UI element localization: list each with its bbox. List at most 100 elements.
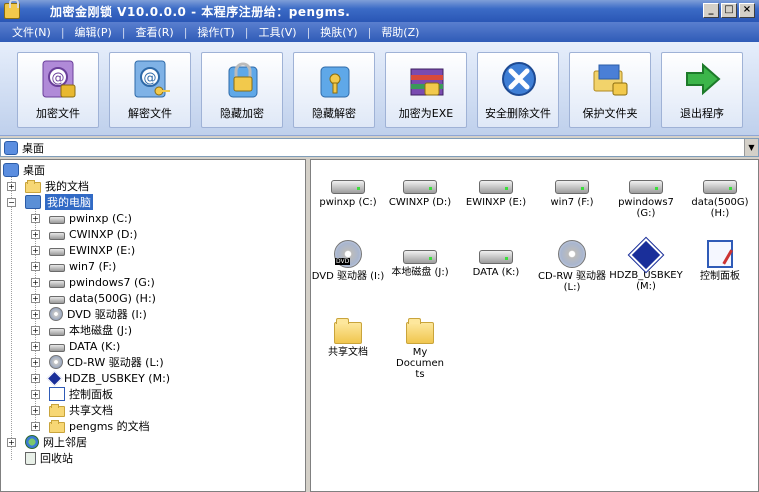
folder-tree[interactable]: 桌面 + 我的文档 − 我的电脑 + pwinxp (C:) + CWINXP … xyxy=(0,159,306,492)
hard-drive-icon xyxy=(703,180,737,194)
collapse-toggle[interactable]: − xyxy=(7,198,16,207)
menu-edit[interactable]: 编辑(P) xyxy=(71,24,116,40)
file-label: 共享文档 xyxy=(328,347,368,358)
tree-label: pwinxp (C:) xyxy=(69,211,132,225)
file-item-usb[interactable]: HDZB_USBKEY (M:) xyxy=(609,236,683,292)
tree-item-network[interactable]: 网上邻居 xyxy=(25,434,87,450)
hard-drive-icon xyxy=(49,327,65,336)
tree-item-drive[interactable]: pwindows7 (G:) xyxy=(49,274,155,290)
file-item-cd[interactable]: CD-RW 驱动器 (L:) xyxy=(535,240,609,293)
close-button[interactable]: × xyxy=(739,3,755,18)
chevron-down-icon[interactable]: ▼ xyxy=(744,139,758,156)
menu-file[interactable]: 文件(N) xyxy=(8,24,55,40)
tree-item-my-computer[interactable]: 我的电脑 xyxy=(25,194,93,210)
file-item-drive[interactable]: win7 (F:) xyxy=(535,170,609,208)
exit-label: 退出程序 xyxy=(680,107,724,120)
expand-toggle[interactable]: + xyxy=(31,246,40,255)
expand-toggle[interactable]: + xyxy=(31,326,40,335)
hide-encrypt-button[interactable]: 隐藏加密 xyxy=(201,52,283,128)
menu-view[interactable]: 查看(R) xyxy=(131,24,177,40)
hide-decrypt-button[interactable]: 隐藏解密 xyxy=(293,52,375,128)
encrypt-file-label: 加密文件 xyxy=(36,107,80,120)
tree-item-drive[interactable]: data(500G) (H:) xyxy=(49,290,156,306)
lock-app-icon xyxy=(4,0,20,19)
file-item-drive[interactable]: CWINXP (D:) xyxy=(383,170,457,208)
tree-item-recycle-bin[interactable]: 回收站 xyxy=(25,450,73,466)
exit-button[interactable]: 退出程序 xyxy=(661,52,743,128)
expand-toggle[interactable]: + xyxy=(31,422,40,431)
tree-label: 网上邻居 xyxy=(43,436,87,449)
tree-item-folder[interactable]: pengms 的文档 xyxy=(49,418,150,434)
secure-delete-button[interactable]: 安全删除文件 xyxy=(477,52,559,128)
tree-label: 控制面板 xyxy=(69,388,113,401)
menu-operate[interactable]: 操作(T) xyxy=(193,24,238,40)
tree-item-drive[interactable]: pwinxp (C:) xyxy=(49,210,132,226)
expand-toggle[interactable]: + xyxy=(7,438,16,447)
file-item-drive[interactable]: 本地磁盘 (J:) xyxy=(383,240,457,278)
protect-folder-button[interactable]: 保护文件夹 xyxy=(569,52,651,128)
tree-item-drive[interactable]: win7 (F:) xyxy=(49,258,116,274)
menu-separator: | xyxy=(60,25,65,39)
encrypt-file-button[interactable]: @ 加密文件 xyxy=(17,52,99,128)
encrypt-exe-button[interactable]: 加密为EXE xyxy=(385,52,467,128)
expand-toggle[interactable]: + xyxy=(7,182,16,191)
file-item-folder[interactable]: My Documents xyxy=(383,316,457,380)
menu-tools[interactable]: 工具(V) xyxy=(254,24,300,40)
tree-item-drive[interactable]: DVD 驱动器 (I:) xyxy=(49,306,147,322)
protect-folder-label: 保护文件夹 xyxy=(582,107,638,120)
file-label: pwinxp (C:) xyxy=(319,197,377,208)
expand-toggle[interactable]: + xyxy=(31,374,40,383)
address-bar[interactable]: 桌面 ▼ xyxy=(0,138,759,157)
menu-skin[interactable]: 换肤(Y) xyxy=(316,24,361,40)
tree-item-my-documents[interactable]: 我的文档 xyxy=(25,178,89,194)
expand-toggle[interactable]: + xyxy=(31,342,40,351)
menu-separator: | xyxy=(306,25,311,39)
file-item-drive[interactable]: EWINXP (E:) xyxy=(459,170,533,208)
expand-toggle[interactable]: + xyxy=(31,406,40,415)
expand-toggle[interactable]: + xyxy=(31,294,40,303)
tree-item-desktop[interactable]: 桌面 xyxy=(3,162,45,178)
hard-drive-icon xyxy=(49,343,65,352)
title-bar[interactable]: 加密金刚锁 V10.0.0.0 - 本程序注册给：pengms. _ □ × xyxy=(0,0,759,22)
expand-toggle[interactable]: + xyxy=(31,390,40,399)
hide-encrypt-icon xyxy=(228,62,258,98)
tree-item-drive[interactable]: 本地磁盘 (J:) xyxy=(49,322,132,338)
expand-toggle[interactable]: + xyxy=(31,310,40,319)
tree-label: 桌面 xyxy=(23,164,45,177)
file-label: CWINXP (D:) xyxy=(388,197,452,208)
file-item-dvd[interactable]: DVD DVD 驱动器 (I:) xyxy=(311,240,385,282)
protect-folder-icon xyxy=(593,64,628,96)
minimize-button[interactable]: _ xyxy=(703,3,719,18)
tree-item-drive[interactable]: CD-RW 驱动器 (L:) xyxy=(49,354,164,370)
expand-toggle[interactable]: + xyxy=(31,358,40,367)
tree-item-drive[interactable]: CWINXP (D:) xyxy=(49,226,137,242)
file-label: pwindows7 (G:) xyxy=(618,197,674,219)
dvd-drive-icon: DVD xyxy=(334,240,362,268)
expand-toggle[interactable]: + xyxy=(31,214,40,223)
window-controls: _ □ × xyxy=(703,3,755,18)
file-item-drive[interactable]: pwindows7 (G:) xyxy=(609,170,683,219)
file-item-control-panel[interactable]: 控制面板 xyxy=(683,240,757,282)
file-item-drive[interactable]: pwinxp (C:) xyxy=(311,170,385,208)
expand-toggle[interactable]: + xyxy=(31,262,40,271)
expand-toggle[interactable]: + xyxy=(31,278,40,287)
usb-key-icon xyxy=(627,236,665,274)
tree-item-drive[interactable]: HDZB_USBKEY (M:) xyxy=(46,370,170,386)
tree-item-control-panel[interactable]: 控制面板 xyxy=(49,386,113,402)
menu-separator: | xyxy=(121,25,126,39)
file-item-drive[interactable]: data(500G) (H:) xyxy=(683,170,757,219)
file-item-drive[interactable]: DATA (K:) xyxy=(459,240,533,278)
hard-drive-icon xyxy=(49,263,65,272)
maximize-button[interactable]: □ xyxy=(721,3,737,18)
file-list[interactable]: pwinxp (C:) CWINXP (D:) EWINXP (E:) win7… xyxy=(310,159,759,492)
hide-decrypt-icon xyxy=(320,66,350,98)
hard-drive-icon xyxy=(49,247,65,256)
expand-toggle[interactable]: + xyxy=(31,230,40,239)
tree-item-folder[interactable]: 共享文档 xyxy=(49,402,113,418)
tree-label: 我的文档 xyxy=(45,180,89,193)
menu-help[interactable]: 帮助(Z) xyxy=(377,24,423,40)
decrypt-file-button[interactable]: @ 解密文件 xyxy=(109,52,191,128)
tree-item-drive[interactable]: EWINXP (E:) xyxy=(49,242,135,258)
tree-item-drive[interactable]: DATA (K:) xyxy=(49,338,120,354)
file-item-folder[interactable]: 共享文档 xyxy=(311,316,385,358)
